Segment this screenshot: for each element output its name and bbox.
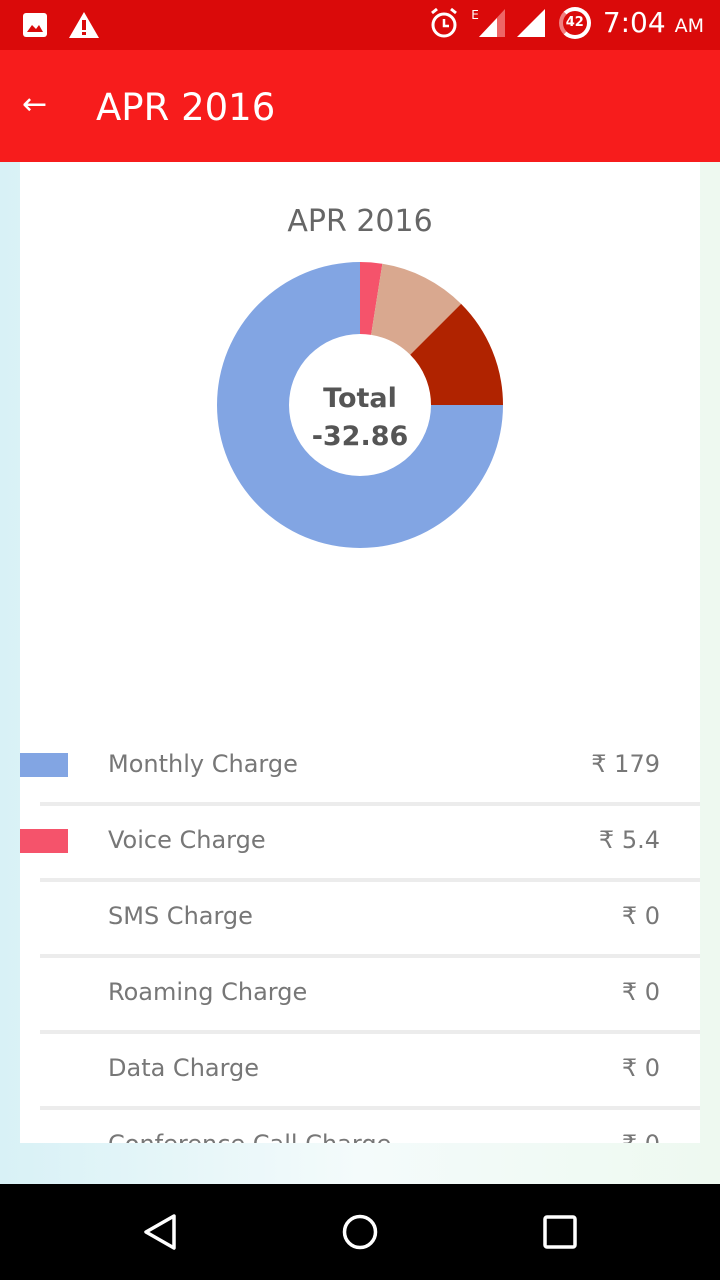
network-type: E: [471, 8, 479, 22]
signal-icon-2: [516, 8, 545, 37]
charge-row: Conference Call Charge ₹ 0: [20, 1110, 700, 1143]
charge-row: Voice Charge ₹ 5.4: [20, 806, 700, 882]
charge-value: ₹ 0: [621, 902, 660, 930]
chart-center: Total -32.86: [290, 380, 430, 456]
charge-row: Data Charge ₹ 0: [20, 1034, 700, 1110]
charge-label: Conference Call Charge: [108, 1130, 391, 1143]
home-nav-icon[interactable]: [340, 1212, 380, 1252]
charge-label: Monthly Charge: [108, 750, 298, 778]
charge-value: ₹ 0: [621, 1054, 660, 1082]
total-label: Total: [323, 383, 397, 414]
back-arrow-icon[interactable]: ←: [22, 88, 47, 122]
battery-icon: 42: [558, 6, 591, 39]
charge-value: ₹ 5.4: [598, 826, 660, 854]
charge-row: SMS Charge ₹ 0: [20, 882, 700, 958]
charge-value: ₹ 0: [622, 1130, 660, 1143]
total-value: -32.86: [311, 421, 409, 452]
charge-label: SMS Charge: [108, 902, 253, 930]
charge-label: Data Charge: [108, 1054, 260, 1082]
signal-icon-1: [478, 8, 505, 37]
charge-value: ₹ 179: [591, 750, 660, 778]
recents-nav-icon[interactable]: [542, 1214, 578, 1250]
charge-row: Roaming Charge ₹ 0: [20, 958, 700, 1034]
status-bar: E 42 7:04 AM: [0, 0, 720, 50]
chart-title: APR 2016: [287, 204, 433, 239]
ampm: AM: [674, 15, 704, 37]
alarm-icon: [431, 7, 458, 37]
charge-label: Roaming Charge: [108, 978, 308, 1006]
legend-swatch: [20, 829, 68, 853]
charge-row: Monthly Charge ₹ 179: [20, 730, 700, 806]
navigation-bar: [0, 1184, 720, 1280]
back-nav-icon[interactable]: [140, 1212, 180, 1252]
legend-swatch: [20, 753, 68, 777]
clock: 7:04 AM: [603, 6, 704, 39]
page-title: APR 2016: [96, 86, 276, 129]
warning-icon: [69, 12, 99, 38]
charge-value: ₹ 0: [621, 978, 660, 1006]
bill-card: APR 2016 Total -32.86 Monthly Charge ₹ 17…: [20, 162, 700, 1143]
charge-label: Voice Charge: [108, 826, 266, 854]
image-notification-icon: [23, 13, 47, 37]
app-bar: ← APR 2016: [0, 50, 720, 162]
time: 7:04: [602, 6, 666, 39]
